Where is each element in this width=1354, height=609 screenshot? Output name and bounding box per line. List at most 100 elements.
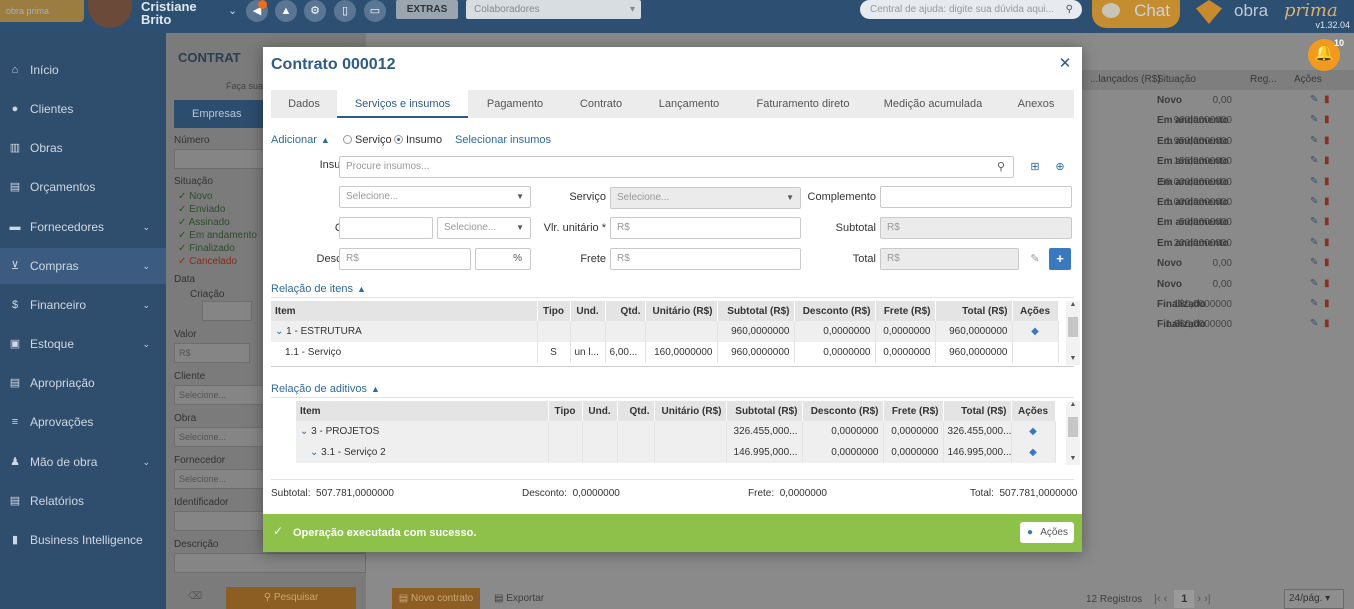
scroll-down-icon[interactable]: ▼ [1066, 455, 1080, 465]
chevron-down-icon[interactable]: ⌄ [275, 326, 286, 337]
sidebar-item-0[interactable]: ⌂ Início [0, 52, 166, 88]
table-row[interactable]: 50.000,0000000 Em andamento ✎ ▮ [1082, 173, 1354, 193]
tab-faturamento-direto[interactable]: Faturamento direto [738, 90, 868, 118]
tab-lancamento[interactable]: Lançamento [640, 90, 738, 118]
edit-icon[interactable]: ✎ [1310, 94, 1318, 105]
table-row[interactable]: 960,0000000 Em andamento ✎ ▮ [1082, 111, 1354, 131]
trash-icon[interactable]: ▮ [1324, 176, 1330, 187]
edit-icon[interactable]: ✎ [1310, 237, 1318, 248]
col-tipo[interactable]: Tipo [537, 301, 571, 321]
page-number[interactable]: 1 [1174, 590, 1195, 608]
trash-icon[interactable]: ▮ [1324, 318, 1330, 329]
tag-icon[interactable]: ◆ [1029, 447, 1037, 458]
table-row[interactable]: 180,0000000 Finalizado ✎ ▮ [1082, 295, 1354, 315]
sidebar-item-5[interactable]: ⊻ Compras ⌄ [0, 248, 166, 284]
valor-field[interactable]: R$ [174, 343, 250, 363]
per-page-select[interactable]: 24/pág. ▾ [1284, 589, 1344, 609]
col-unitario[interactable]: Unitário (R$) [654, 401, 727, 421]
scroll-up-icon[interactable]: ▲ [1066, 401, 1080, 411]
qtd-field[interactable] [339, 217, 433, 239]
insumo-search-input[interactable]: Procure insumos... ⚲ [339, 156, 1014, 178]
eraser-icon[interactable]: ✎ [1028, 252, 1042, 266]
col-item[interactable]: Item [271, 301, 538, 321]
total-field[interactable]: R$ [880, 248, 1019, 270]
radio-insumo[interactable]: Insumo [394, 134, 442, 146]
edit-icon[interactable]: ✎ [1310, 176, 1318, 187]
trash-icon[interactable]: ▮ [1324, 278, 1330, 289]
edit-icon[interactable]: ✎ [1310, 216, 1318, 227]
status-check-cancelado[interactable]: ✓ Cancelado [178, 256, 237, 267]
selecionar-insumos-link[interactable]: Selecionar insumos [455, 134, 551, 146]
graduation-cap-icon[interactable]: ▲ [275, 0, 297, 22]
relacao-aditivos-toggle[interactable]: Relação de aditivos ▲ [271, 383, 380, 395]
edit-icon[interactable]: ✎ [1310, 318, 1318, 329]
trash-icon[interactable]: ▮ [1324, 155, 1330, 166]
scroll-thumb[interactable] [1068, 317, 1078, 337]
mobile-icon[interactable]: ▯ [334, 0, 356, 22]
edit-icon[interactable]: ✎ [1310, 155, 1318, 166]
trash-icon[interactable]: ▮ [1324, 196, 1330, 207]
status-check-assinado[interactable]: ✓ Assinado [178, 217, 230, 228]
subtotal-field[interactable]: R$ [880, 217, 1072, 239]
fase-select[interactable]: Selecione... ▼ [339, 186, 531, 208]
table-row[interactable]: ⌄ 3.1 - Serviço 2 146.995,000... 0,00000… [296, 442, 1056, 463]
scroll-up-icon[interactable]: ▲ [1066, 301, 1080, 311]
table-row[interactable]: 1.666,0000000 Finalizado ✎ ▮ [1082, 315, 1354, 335]
tab-dados[interactable]: Dados [271, 90, 337, 118]
table-row[interactable]: 0,00 Novo ✎ ▮ [1082, 91, 1354, 111]
complemento-field[interactable] [880, 186, 1072, 208]
desconto-field[interactable]: R$ [339, 248, 471, 270]
sidebar-item-10[interactable]: ♟ Mão de obra ⌄ [0, 444, 166, 480]
aditivos-scrollbar[interactable]: ▲ ▼ [1066, 401, 1080, 465]
col-total[interactable]: Total (R$) [943, 401, 1012, 421]
close-icon[interactable]: ✕ [1058, 56, 1072, 72]
col-item[interactable]: Item [296, 401, 549, 421]
chat-button[interactable]: Chat [1092, 0, 1180, 28]
vlr-unitario-field[interactable]: R$ [610, 217, 801, 239]
radio-servico[interactable]: Serviço [343, 134, 392, 146]
tag-icon[interactable]: ◆ [1029, 426, 1037, 437]
edit-icon[interactable]: ✎ [1310, 257, 1318, 268]
adicionar-toggle[interactable]: Adicionar ▲ [271, 134, 330, 146]
table-row[interactable]: 155,0000000 Em andamento ✎ ▮ [1082, 152, 1354, 172]
sidebar-item-6[interactable]: $ Financeiro ⌄ [0, 287, 166, 323]
table-row[interactable]: 0,00 Novo ✎ ▮ [1082, 254, 1354, 274]
trash-icon[interactable]: ▮ [1324, 135, 1330, 146]
trash-icon[interactable]: ▮ [1324, 216, 1330, 227]
status-check-novo[interactable]: ✓ Novo [178, 191, 213, 202]
sidebar-item-1[interactable]: ● Clientes [0, 91, 166, 127]
tab-contrato[interactable]: Contrato [562, 90, 640, 118]
servico-select[interactable]: Selecione... ▼ [610, 187, 801, 209]
status-check-finalizado[interactable]: ✓ Finalizado [178, 243, 235, 254]
table-row[interactable]: 1.950,0000000 Em andamento ✎ ▮ [1082, 132, 1354, 152]
trash-icon[interactable]: ▮ [1324, 114, 1330, 125]
eraser-icon[interactable]: ⌫ [188, 591, 202, 602]
notifications-bell[interactable]: 🔔 10 [1308, 38, 1344, 71]
criacao-date-field[interactable] [202, 301, 252, 321]
table-row[interactable]: 0,00 Novo ✎ ▮ [1082, 275, 1354, 295]
gear-icon[interactable]: ⚙ [304, 0, 326, 22]
table-row[interactable]: ⌄ 1 - ESTRUTURA 960,0000000 0,0000000 0,… [271, 321, 1059, 342]
sidebar-item-8[interactable]: ▤ Apropriação [0, 365, 166, 401]
frete-field[interactable]: R$ [610, 248, 801, 270]
col-desconto[interactable]: Desconto (R$) [794, 301, 876, 321]
help-search-input[interactable]: Central de ajuda: digite sua dúvida aqui… [860, 0, 1082, 19]
extras-button[interactable]: EXTRAS [396, 0, 458, 19]
chevron-down-icon[interactable]: ⌄ [228, 4, 237, 17]
exportar-button[interactable]: ▤ Exportar [494, 593, 544, 604]
monitor-icon[interactable]: ▭ [364, 0, 386, 22]
col-qtd[interactable]: Qtd. [617, 401, 655, 421]
itens-scrollbar[interactable]: ▲ ▼ [1066, 301, 1080, 365]
trash-icon[interactable]: ▮ [1324, 298, 1330, 309]
zoom-in-icon[interactable]: ⊕ [1053, 160, 1067, 174]
sidebar-item-11[interactable]: ▤ Relatórios [0, 483, 166, 519]
table-row[interactable]: 1.000,0000000 Em andamento ✎ ▮ [1082, 193, 1354, 213]
sidebar-item-3[interactable]: ▤ Orçamentos [0, 169, 166, 205]
table-row[interactable]: 1.1 - Serviço S un l... 6,00... 160,0000… [271, 342, 1059, 363]
edit-icon[interactable]: ✎ [1310, 298, 1318, 309]
table-row[interactable]: 50,0000000 Em andamento ✎ ▮ [1082, 213, 1354, 233]
col-subtotal[interactable]: Subtotal (R$) [726, 401, 803, 421]
col-frete[interactable]: Frete (R$) [875, 301, 936, 321]
avatar[interactable] [88, 0, 132, 28]
col-desconto[interactable]: Desconto (R$) [802, 401, 884, 421]
